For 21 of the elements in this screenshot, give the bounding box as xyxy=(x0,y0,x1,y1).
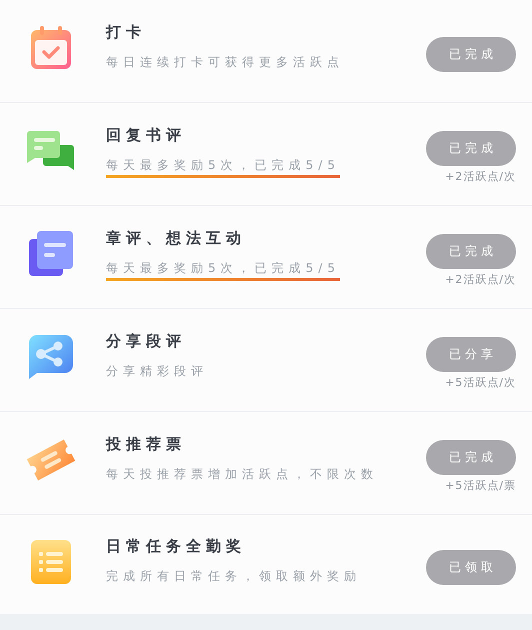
task-title: 分享段评 xyxy=(106,332,187,351)
task-description: 每天最多奖励5次，已完成5/5 xyxy=(106,158,340,178)
task-title: 打卡 xyxy=(106,23,147,42)
task-title: 投推荐票 xyxy=(106,435,187,454)
task-description: 每天投推荐票增加活跃点，不限次数 xyxy=(106,467,378,483)
task-title: 回复书评 xyxy=(106,126,187,145)
task-description: 每天最多奖励5次，已完成5/5 xyxy=(106,261,340,281)
task-description: 每日连续打卡可获得更多活跃点 xyxy=(106,55,344,71)
reward-text: +5活跃点/票 xyxy=(445,478,516,492)
calendar-icon xyxy=(29,25,73,71)
reward-text: +2活跃点/次 xyxy=(445,168,516,184)
reward-text: +5活跃点/次 xyxy=(445,374,516,390)
share-icon xyxy=(29,335,73,379)
task-description: 完成所有日常任务，领取额外奖励 xyxy=(106,568,361,584)
task-title: 日常任务全勤奖 xyxy=(106,536,247,556)
list-icon xyxy=(31,540,71,584)
reward-text: +2活跃点/次 xyxy=(445,272,516,286)
task-title: 章评、想法互动 xyxy=(106,229,247,248)
task-description: 分享精彩段评 xyxy=(106,364,208,380)
chat-bubbles-icon xyxy=(27,131,75,171)
documents-icon xyxy=(29,231,73,277)
